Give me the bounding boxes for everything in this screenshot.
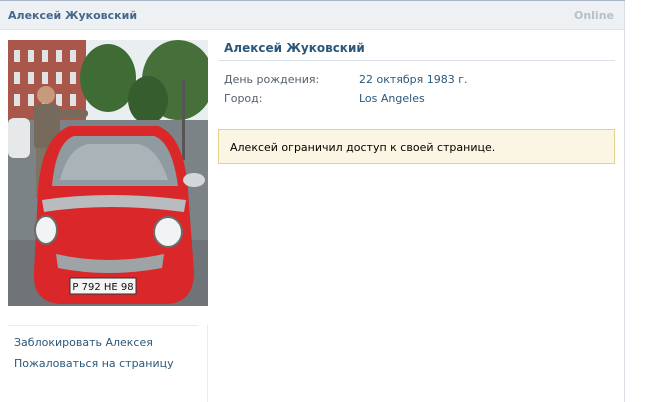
header-name[interactable]: Алексей Жуковский (8, 9, 137, 22)
profile-name: Алексей Жуковский (224, 41, 365, 55)
page-header: Алексей Жуковский Online (0, 1, 624, 30)
report-page-link[interactable]: Пожаловаться на страницу (14, 357, 174, 370)
notice-text: Алексей ограничил доступ к своей страниц… (230, 141, 496, 154)
profile-photo[interactable]: Р 792 НЕ 98 (8, 40, 208, 306)
online-status: Online (573, 9, 614, 22)
city-value[interactable]: Los Angeles (359, 92, 425, 105)
left-column-border (207, 325, 208, 402)
profile-photo-image: Р 792 НЕ 98 (8, 40, 208, 306)
city-label: Город: (224, 92, 263, 105)
profile-page: Алексей Жуковский Online Р 792 НЕ 98 Заб… (0, 0, 625, 402)
block-user-link[interactable]: Заблокировать Алексея (14, 336, 153, 349)
left-divider (8, 325, 198, 326)
birthday-value[interactable]: 22 октября 1983 г. (359, 73, 468, 86)
license-plate: Р 792 НЕ 98 (72, 282, 133, 293)
birthday-label: День рождения: (224, 73, 320, 86)
access-restricted-notice: Алексей ограничил доступ к своей страниц… (218, 129, 615, 164)
name-divider (218, 60, 615, 61)
